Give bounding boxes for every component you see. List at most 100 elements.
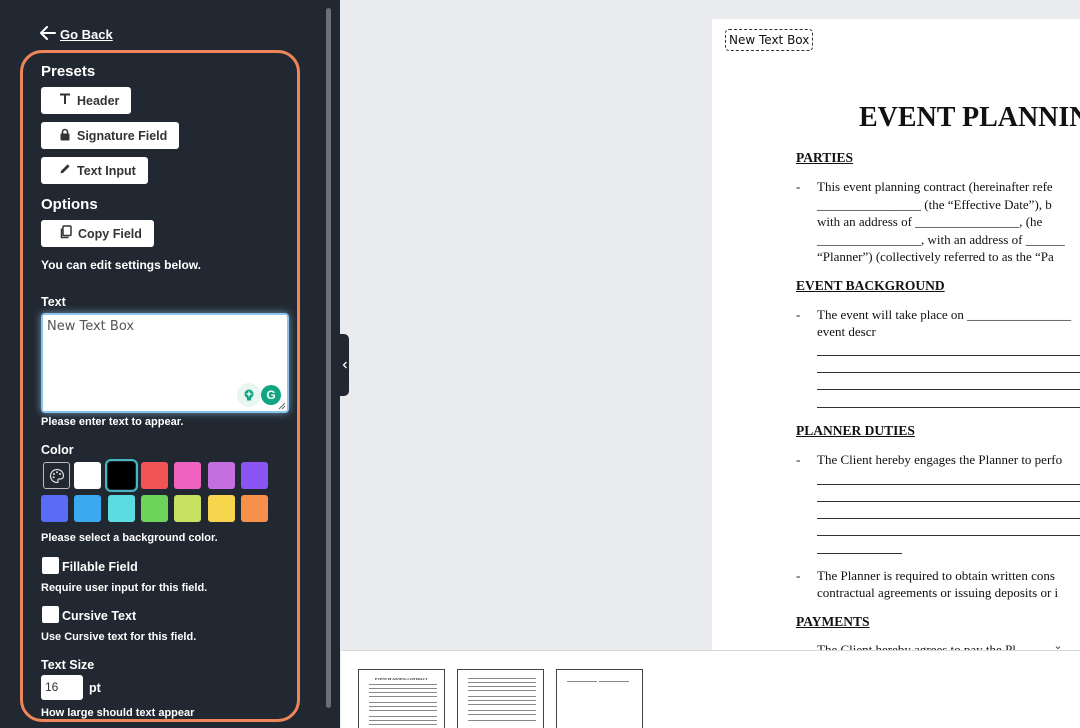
color-swatch[interactable]	[240, 495, 268, 522]
parties-line: ________________ (the “Effective Date”),…	[817, 197, 1052, 212]
thumbnail-text	[369, 706, 437, 707]
bullet-dash: -	[796, 179, 801, 194]
section-payments: PAYMENTS	[796, 614, 870, 629]
fillable-help: Require user input for this field.	[41, 582, 208, 594]
page-thumbnail-3[interactable]	[556, 669, 643, 728]
color-help: Please select a background color.	[41, 532, 218, 544]
cursive-help: Use Cursive text for this field.	[41, 631, 197, 643]
fillable-label: Fillable Field	[62, 560, 138, 574]
section-event-background: EVENT BACKGROUND	[796, 278, 945, 293]
color-swatch[interactable]	[240, 462, 268, 489]
sidebar-scrollbar[interactable]	[326, 8, 331, 708]
preset-signature-button[interactable]: Signature Field	[41, 122, 180, 149]
fillable-checkbox[interactable]	[42, 557, 59, 574]
text-help: Please enter text to appear.	[41, 416, 184, 428]
resize-handle-icon[interactable]	[278, 402, 286, 410]
text-size-unit: pt	[89, 681, 101, 695]
duties-line: The Client hereby engages the Planner to…	[817, 452, 1063, 467]
thumbnail-text	[468, 700, 536, 701]
color-swatch[interactable]	[174, 495, 202, 522]
presets-heading: Presets	[41, 63, 96, 80]
text-label: Text	[41, 295, 66, 309]
document-title: EVENT PLANNIN	[859, 102, 1080, 133]
thumbnail-text	[369, 684, 437, 685]
bullet-dash: -	[796, 307, 801, 322]
background-line: The event will take place on ___________…	[817, 307, 1072, 322]
go-back-label: Go Back	[60, 27, 113, 42]
blank-line	[817, 553, 902, 554]
section-planner-duties: PLANNER DUTIES	[796, 423, 915, 438]
text-size-help: How large should text appear	[41, 707, 195, 719]
blank-line	[817, 407, 1080, 408]
text-size-input[interactable]: 16	[41, 675, 83, 700]
color-swatch[interactable]	[107, 495, 135, 522]
color-swatch[interactable]	[207, 495, 235, 522]
parties-line: ________________, with an address of ___…	[817, 232, 1065, 247]
text-size-label: Text Size	[41, 658, 95, 672]
payments-line: The Client hereby agrees to pay the Pl	[817, 642, 1016, 650]
thumbnail-text	[369, 716, 437, 717]
bullet-dash: -	[796, 568, 801, 583]
color-swatch[interactable]	[140, 495, 168, 522]
section-parties: PARTIES	[796, 150, 854, 165]
collapse-sidebar-button[interactable]	[340, 334, 349, 396]
thumbnail-text	[468, 678, 536, 679]
thumbnail-text	[369, 692, 437, 693]
color-swatch[interactable]	[104, 459, 138, 492]
text-textarea-value: New Text Box	[47, 319, 135, 334]
cursive-checkbox[interactable]	[42, 606, 59, 623]
preset-header-label: Header	[77, 93, 120, 108]
background-line: event descr	[817, 324, 876, 339]
thumbnail-text	[468, 696, 536, 697]
preset-header-button[interactable]: Header	[41, 87, 132, 114]
color-swatch[interactable]	[174, 462, 202, 489]
thumbnail-text	[468, 720, 536, 721]
color-swatch[interactable]	[74, 495, 102, 522]
preset-text-input-button[interactable]: Text Input	[41, 157, 148, 184]
thumbnail-text	[369, 720, 437, 721]
copy-icon	[59, 225, 72, 242]
options-heading: Options	[41, 196, 98, 213]
blank-line	[817, 518, 1080, 519]
page-thumbnail-2[interactable]	[457, 669, 544, 728]
thumbnail-title: EVENT PLANNING CONTRACT	[375, 677, 428, 681]
new-text-box-field[interactable]: New Text Box	[725, 29, 814, 51]
blank-line	[817, 535, 1080, 536]
copy-field-button[interactable]: Copy Field	[41, 220, 154, 247]
parties-line: “Planner”) (collectively referred to as …	[817, 249, 1054, 264]
color-label: Color	[41, 443, 74, 457]
arrow-left-icon	[40, 26, 56, 43]
go-back-link[interactable]: Go Back	[40, 26, 113, 43]
thumbnail-text	[369, 724, 437, 725]
palette-icon[interactable]	[43, 462, 70, 489]
color-swatch[interactable]	[207, 462, 235, 489]
edit-settings-help: You can edit settings below.	[41, 258, 202, 272]
parties-line: with an address of ________________, (he	[817, 214, 1043, 229]
bullet-dash: -	[796, 452, 801, 467]
thumbnail-text	[468, 714, 536, 715]
blank-line	[817, 389, 1080, 390]
document-page: New Text Box EVENT PLANNIN PARTIES - Thi…	[712, 19, 1080, 650]
blank-line	[817, 484, 1080, 485]
thumbnail-text	[369, 710, 437, 711]
blank-line	[817, 372, 1080, 373]
parties-line: This event planning contract (hereinafte…	[817, 179, 1053, 194]
duties-line: The Planner is required to obtain writte…	[817, 568, 1055, 583]
color-swatch[interactable]	[41, 495, 68, 522]
text-t-icon	[59, 93, 71, 108]
page-thumbnail-1[interactable]: EVENT PLANNING CONTRACT	[358, 669, 445, 728]
preset-text-input-label: Text Input	[77, 163, 136, 178]
thumbnail-text	[369, 688, 437, 689]
copy-field-label: Copy Field	[78, 226, 142, 241]
thumbnail-text	[369, 696, 437, 697]
lightbulb-icon[interactable]	[237, 383, 261, 407]
color-swatch[interactable]	[74, 462, 102, 489]
text-textarea[interactable]: New Text Box G	[41, 313, 289, 413]
thumbnail-text	[468, 690, 536, 691]
thumbnail-text	[369, 702, 437, 703]
pencil-icon	[59, 163, 71, 178]
field-settings-panel: Presets Header Signature Field Text Inpu…	[20, 50, 300, 722]
settings-sidebar: Go Back Presets Header Signature Field T…	[0, 0, 340, 728]
color-swatch[interactable]	[140, 462, 168, 489]
thumbnail-text	[599, 681, 629, 682]
